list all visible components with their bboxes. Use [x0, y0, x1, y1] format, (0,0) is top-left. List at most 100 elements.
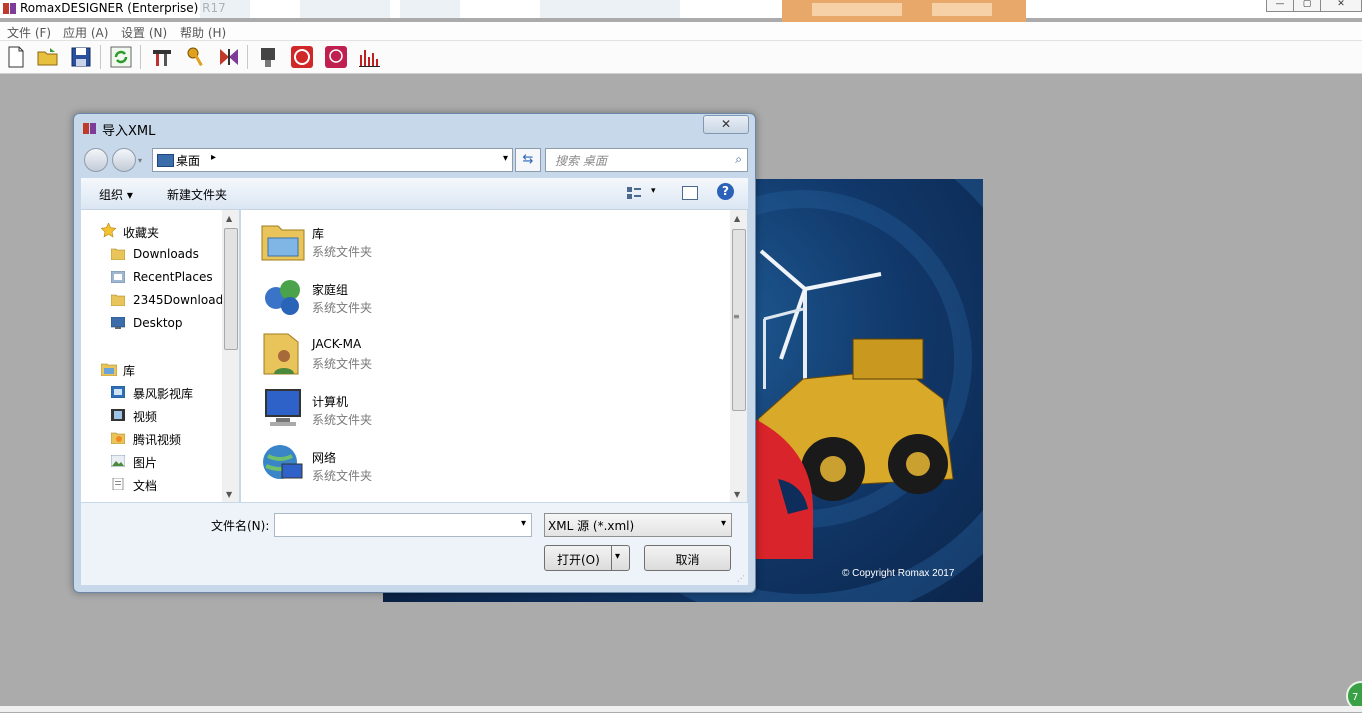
nav-item-tencent-video[interactable]: 腾讯视频 [133, 431, 181, 448]
nav-item-recentplaces[interactable]: RecentPlaces [133, 270, 213, 284]
file-desc: 系统文件夹 [312, 245, 373, 259]
file-desc: 系统文件夹 [312, 357, 373, 371]
window-controls: — ▢ ✕ [1266, 0, 1362, 12]
new-folder-button[interactable]: 新建文件夹 [167, 186, 227, 203]
app-title: RomaxDESIGNER (Enterprise) R17 [20, 1, 226, 15]
resize-grip-icon[interactable]: ⋰ [737, 574, 745, 583]
status-line [0, 706, 1362, 712]
refresh-button[interactable]: ⇆ [515, 148, 541, 172]
refresh-icon[interactable] [109, 45, 133, 69]
import-xml-dialog: 导入XML ✕ ▾ 桌面 ▸ ▾ ⇆ 搜索 桌面 ⌕ 组织 ▾ 新建文件夹 ▾ … [73, 113, 756, 593]
computer-icon [265, 389, 301, 426]
favorites-star-icon [101, 223, 116, 238]
nav-scroll-thumb[interactable] [224, 228, 238, 350]
open-folder-icon[interactable] [36, 45, 60, 69]
menu-apply[interactable]: 应用 (A) [63, 24, 108, 41]
preview-pane-icon[interactable] [682, 186, 698, 200]
dialog-title: 导入XML [102, 124, 156, 139]
help-icon[interactable]: ? [717, 183, 734, 200]
file-name: 网络 [312, 451, 337, 465]
scroll-down-icon[interactable]: ▼ [734, 490, 740, 499]
dialog-close-button[interactable]: ✕ [703, 115, 749, 134]
desktop-icon [111, 317, 125, 329]
recent-pages-dropdown[interactable]: ▾ [138, 156, 142, 165]
tools-icon[interactable] [150, 45, 174, 69]
search-placeholder: 搜索 桌面 [555, 154, 607, 168]
view-options-icon[interactable] [627, 187, 641, 199]
butterfly-icon[interactable] [217, 45, 241, 69]
nav-item-pictures[interactable]: 图片 [133, 454, 157, 471]
nav-item-storm-video[interactable]: 暴风影视库 [133, 385, 193, 402]
dialog-app-icon [83, 123, 96, 134]
filetype-select[interactable]: XML 源 (*.xml) ▾ [544, 513, 732, 537]
pictures-icon [111, 455, 125, 467]
splash-copyright: © Copyright Romax 2017 [842, 568, 955, 579]
file-name: 计算机 [312, 395, 349, 409]
main-toolbar [0, 41, 1362, 74]
forward-button[interactable] [112, 148, 136, 172]
nav-favorites-header[interactable]: 收藏夹 [123, 224, 159, 241]
scroll-up-icon[interactable]: ▲ [734, 214, 740, 223]
menu-bar: 文件 (F) 应用 (A) 设置 (N) 帮助 (H) [0, 22, 1362, 41]
bearing-icon[interactable] [256, 45, 280, 69]
desktop-icon [157, 154, 174, 167]
video-icon [111, 409, 125, 421]
app-titlebar: RomaxDESIGNER (Enterprise) R17 — ▢ ✕ [0, 0, 1362, 22]
romax-app-icon [3, 3, 16, 14]
filetype-dropdown-icon[interactable]: ▾ [721, 518, 726, 529]
nav-item-downloads[interactable]: Downloads [133, 247, 199, 261]
scroll-down-icon[interactable]: ▼ [226, 490, 232, 499]
file-scrollbar[interactable]: ▲ ≡ ▼ [730, 210, 747, 502]
ghost-taskbar-segment [400, 0, 460, 18]
filetype-value: XML 源 (*.xml) [548, 519, 635, 533]
cancel-button[interactable]: 取消 [644, 545, 731, 571]
open-dropdown-icon[interactable]: ▾ [615, 551, 620, 562]
address-location[interactable]: 桌面 [176, 152, 200, 169]
view-dropdown-icon[interactable]: ▾ [651, 186, 656, 196]
user-folder-icon [263, 333, 299, 375]
file-name: 家庭组 [312, 283, 349, 297]
nav-item-video[interactable]: 视频 [133, 408, 157, 425]
storm-video-library-icon [111, 386, 125, 398]
save-icon[interactable] [69, 45, 93, 69]
menu-help[interactable]: 帮助 (H) [180, 24, 226, 41]
file-desc: 系统文件夹 [312, 413, 373, 427]
address-bar[interactable]: 桌面 ▸ ▾ [152, 148, 513, 172]
dyn-icon[interactable] [324, 45, 348, 69]
new-file-icon[interactable] [4, 45, 28, 69]
copyright-tool-icon[interactable] [290, 45, 314, 69]
search-icon[interactable]: ⌕ [735, 152, 742, 167]
filename-input[interactable]: ▾ [274, 513, 532, 537]
address-dropdown-icon[interactable]: ▾ [503, 153, 508, 164]
open-button-label: 打开(O) [557, 553, 600, 567]
file-list: 库 系统文件夹 家庭组 系统文件夹 JACK-MA 系统文件夹 计算机 系统文件… [241, 210, 747, 502]
open-button[interactable]: 打开(O) ▾ [544, 545, 630, 571]
scroll-up-icon[interactable]: ▲ [226, 214, 232, 223]
recentplaces-icon [111, 271, 125, 283]
organize-button[interactable]: 组织 ▾ [99, 186, 133, 203]
file-desc: 系统文件夹 [312, 301, 373, 315]
maximize-button[interactable]: ▢ [1293, 0, 1321, 12]
search-input[interactable]: 搜索 桌面 ⌕ [545, 148, 748, 172]
close-button[interactable]: ✕ [1320, 0, 1362, 12]
nav-item-desktop[interactable]: Desktop [133, 316, 183, 330]
minimize-button[interactable]: — [1266, 0, 1294, 12]
ghost-taskbar-segment [300, 0, 390, 18]
filename-dropdown-icon[interactable]: ▾ [521, 518, 526, 529]
filename-label: 文件名(N): [211, 519, 270, 533]
file-name: JACK-MA [312, 337, 362, 351]
back-button[interactable] [84, 148, 108, 172]
menu-file[interactable]: 文件 (F) [7, 24, 51, 41]
breadcrumb-arrow[interactable]: ▸ [211, 152, 216, 163]
chart-icon[interactable] [357, 45, 381, 69]
library-folder-icon [261, 225, 305, 261]
folder-icon [111, 294, 125, 306]
nav-libraries-header[interactable]: 库 [123, 362, 135, 379]
open-split-divider [611, 546, 612, 570]
nav-scrollbar[interactable]: ▲ ▼ [222, 210, 239, 502]
nav-item-2345downloads[interactable]: 2345Downloads [133, 293, 229, 307]
key-icon[interactable] [184, 45, 208, 69]
nav-item-documents[interactable]: 文档 [133, 477, 157, 494]
library-icon [101, 363, 117, 376]
menu-settings[interactable]: 设置 (N) [121, 24, 167, 41]
